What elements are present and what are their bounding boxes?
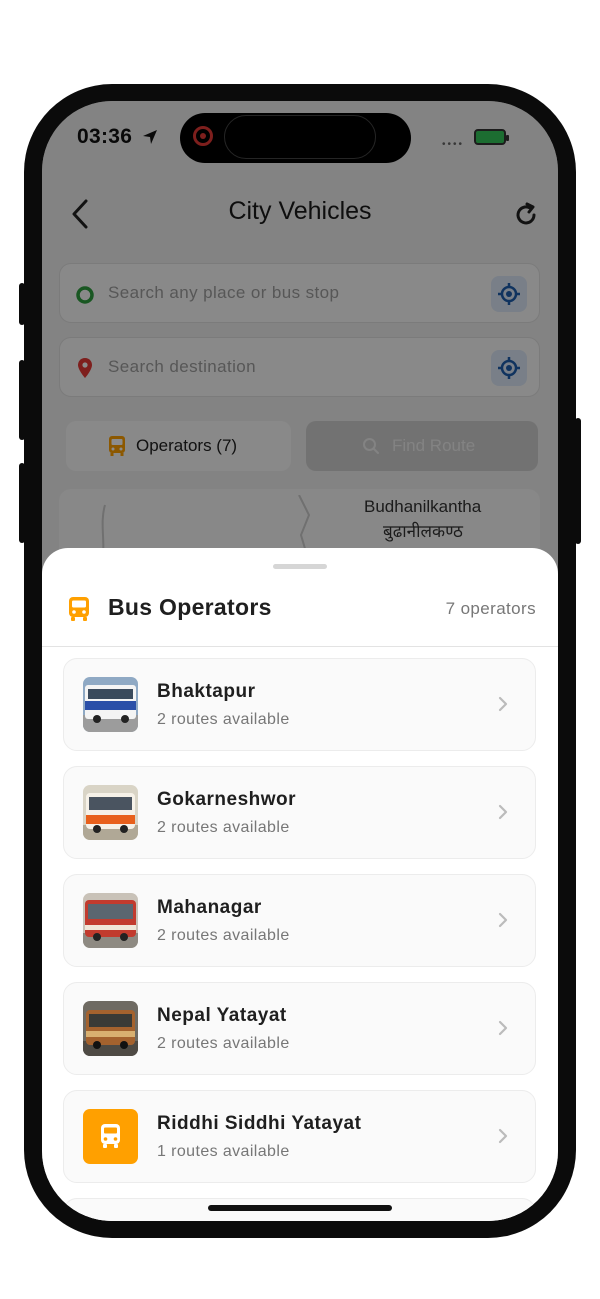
- operator-item-mahanagar[interactable]: Mahanagar 2 routes available: [63, 874, 536, 967]
- operator-routes: 2 routes available: [157, 819, 290, 836]
- volume-up-button: [19, 360, 25, 440]
- operator-routes: 2 routes available: [157, 927, 290, 944]
- operator-item-riddhi-siddhi-yatayat[interactable]: Riddhi Siddhi Yatayat 1 routes available: [63, 1090, 536, 1183]
- chevron-right-icon: [498, 1020, 508, 1036]
- bus-photo-brown: [83, 1001, 138, 1056]
- sheet-header: Bus Operators 7 operators: [42, 580, 558, 647]
- bottom-sheet: Bus Operators 7 operators Bhaktapur 2 ro…: [42, 548, 558, 1221]
- operator-item-gokarneshwor[interactable]: Gokarneshwor 2 routes available: [63, 766, 536, 859]
- sheet-title: Bus Operators: [108, 594, 272, 620]
- operator-name: Gokarneshwor: [157, 789, 297, 810]
- operator-name: Mahanagar: [157, 897, 262, 918]
- operator-item-bhaktapur[interactable]: Bhaktapur 2 routes available: [63, 658, 536, 751]
- chevron-right-icon: [498, 804, 508, 820]
- operator-routes: 1 routes available: [157, 1143, 290, 1160]
- bus-icon: [69, 597, 89, 621]
- chevron-right-icon: [498, 696, 508, 712]
- power-button: [575, 418, 581, 544]
- operator-count: 7 operators: [445, 599, 536, 618]
- operator-name: Riddhi Siddhi Yatayat: [157, 1113, 362, 1134]
- home-indicator[interactable]: [208, 1205, 392, 1211]
- operator-routes: 2 routes available: [157, 1035, 290, 1052]
- bus-photo-blue: [83, 677, 138, 732]
- operator-name: Bhaktapur: [157, 681, 256, 702]
- volume-down-button: [19, 463, 25, 543]
- action-button: [19, 283, 25, 325]
- chevron-right-icon: [498, 912, 508, 928]
- bus-photo-orange: [83, 785, 138, 840]
- bus-icon: [83, 1109, 138, 1164]
- operator-name: Nepal Yatayat: [157, 1005, 287, 1026]
- screen: 03:36 •••• City Vehicles Search any plac…: [42, 101, 558, 1221]
- operator-routes: 2 routes available: [157, 711, 290, 728]
- bus-photo-red: [83, 893, 138, 948]
- chevron-right-icon: [498, 1128, 508, 1144]
- operator-item-nepal-yatayat[interactable]: Nepal Yatayat 2 routes available: [63, 982, 536, 1075]
- drag-handle[interactable]: [273, 564, 327, 569]
